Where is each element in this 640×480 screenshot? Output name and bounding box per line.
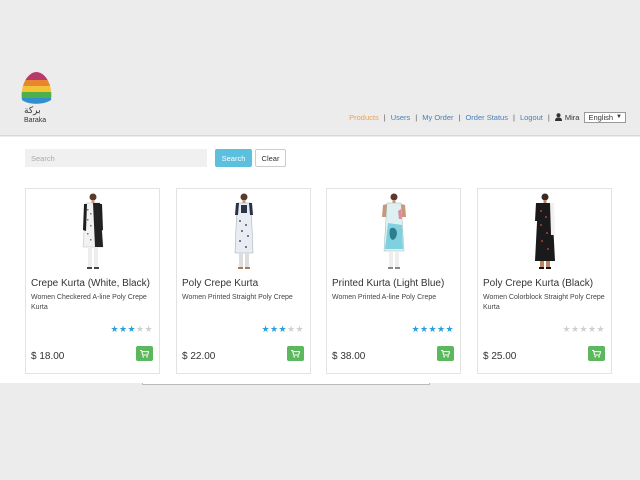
star-icon: ★ (144, 325, 153, 335)
star-icon: ★ (411, 325, 420, 335)
cart-icon (441, 349, 450, 358)
add-to-cart-button[interactable] (287, 346, 304, 361)
star-icon: ★ (270, 325, 279, 335)
product-name[interactable]: Poly Crepe Kurta (Black) (483, 278, 593, 289)
nav-products[interactable]: Products (349, 113, 379, 122)
product-name[interactable]: Poly Crepe Kurta (182, 278, 258, 289)
search-input[interactable]: Search (25, 149, 207, 167)
product-price: $ 38.00 (332, 351, 366, 362)
rating-stars: ★ ★ ★ ★ ★ (262, 326, 305, 335)
user-menu[interactable]: Mira (554, 112, 580, 122)
star-icon: ★ (278, 325, 287, 335)
product-image[interactable] (222, 191, 266, 273)
product-card[interactable]: Printed Kurta (Light Blue) Women Printed… (326, 188, 461, 374)
product-card[interactable]: Poly Crepe Kurta (Black) Women Colorbloc… (477, 188, 612, 374)
star-icon: ★ (428, 325, 437, 335)
product-name[interactable]: Printed Kurta (Light Blue) (332, 278, 444, 289)
nav-separator: | (512, 112, 515, 122)
star-icon: ★ (445, 325, 454, 335)
top-nav: Products | Users | My Order | Order Stat… (349, 111, 626, 123)
caret-down-icon: ▼ (616, 114, 622, 120)
product-description: Women Printed Straight Poly Crepe (182, 294, 293, 301)
language-value: English (588, 112, 614, 122)
search-button[interactable]: Search (215, 149, 252, 167)
user-icon (554, 113, 562, 121)
baraka-logo[interactable]: بركة Baraka (16, 70, 56, 128)
logo-text: Baraka (24, 117, 47, 124)
star-icon: ★ (110, 325, 119, 335)
star-icon: ★ (596, 325, 605, 335)
star-icon: ★ (119, 325, 128, 335)
star-icon: ★ (127, 325, 136, 335)
product-image[interactable] (523, 191, 567, 273)
product-image[interactable] (372, 191, 416, 273)
star-icon: ★ (571, 325, 580, 335)
nav-separator: | (383, 112, 386, 122)
product-description: Women Colorblock Straight Poly Crepe Kur… (483, 294, 605, 311)
product-card[interactable]: Poly Crepe Kurta Women Printed Straight … (176, 188, 311, 374)
rating-stars: ★ ★ ★ ★ ★ (111, 326, 154, 335)
star-icon: ★ (437, 325, 446, 335)
header: بركة Baraka Products | Users | My Order … (0, 0, 640, 136)
logo-mark-icon (21, 72, 52, 104)
star-icon: ★ (579, 325, 588, 335)
product-image[interactable] (71, 191, 115, 273)
product-name[interactable]: Crepe Kurta (White, Black) (31, 278, 150, 289)
cart-icon (140, 349, 149, 358)
cart-icon (291, 349, 300, 358)
nav-logout[interactable]: Logout (520, 113, 543, 122)
nav-separator: | (547, 112, 550, 122)
language-select[interactable]: English ▼ (584, 111, 626, 123)
add-to-cart-button[interactable] (437, 346, 454, 361)
clear-button[interactable]: Clear (255, 149, 286, 167)
nav-order-status[interactable]: Order Status (465, 113, 508, 122)
nav-my-order[interactable]: My Order (422, 113, 453, 122)
user-name: Mira (564, 112, 580, 122)
star-icon: ★ (136, 325, 145, 335)
product-card[interactable]: Crepe Kurta (White, Black) Women Checker… (25, 188, 160, 374)
star-icon: ★ (588, 325, 597, 335)
add-to-cart-button[interactable] (588, 346, 605, 361)
product-price: $ 22.00 (182, 351, 216, 362)
star-icon: ★ (287, 325, 296, 335)
star-icon: ★ (562, 325, 571, 335)
scroll-edge (142, 383, 430, 385)
product-price: $ 18.00 (31, 351, 65, 362)
nav-separator: | (415, 112, 418, 122)
star-icon: ★ (420, 325, 429, 335)
rating-stars: ★ ★ ★ ★ ★ (412, 326, 455, 335)
logo-text-arabic: بركة (24, 106, 41, 116)
nav-users[interactable]: Users (391, 113, 411, 122)
rating-stars: ★ ★ ★ ★ ★ (563, 326, 606, 335)
star-icon: ★ (261, 325, 270, 335)
add-to-cart-button[interactable] (136, 346, 153, 361)
cart-icon (592, 349, 601, 358)
product-description: Women Printed A-line Poly Crepe (332, 294, 437, 301)
product-description: Women Checkered A-line Poly Crepe Kurta (31, 294, 147, 311)
product-price: $ 25.00 (483, 351, 517, 362)
nav-separator: | (458, 112, 461, 122)
star-icon: ★ (295, 325, 304, 335)
product-area: Search Search Clear Crepe Kurta (White, … (0, 137, 640, 383)
